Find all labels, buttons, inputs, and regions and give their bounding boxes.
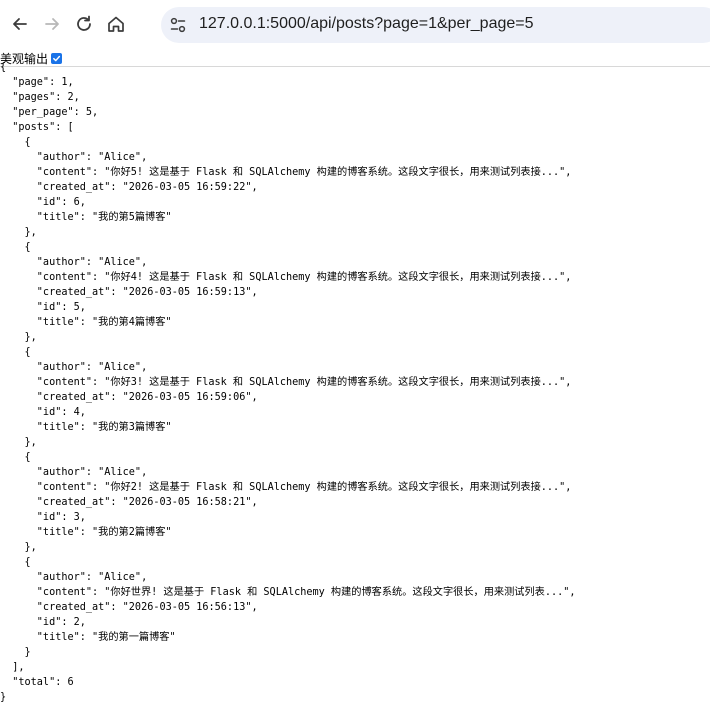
json-line: "author": "Alice", xyxy=(0,572,148,583)
json-line: "created_at": "2026-03-05 16:56:13", xyxy=(0,602,258,613)
json-line: }, xyxy=(0,227,37,238)
json-line: "id": 5, xyxy=(0,302,86,313)
json-line: "author": "Alice", xyxy=(0,152,148,163)
json-line: { xyxy=(0,557,31,568)
back-arrow-icon xyxy=(13,18,27,30)
json-line: "pages": 2, xyxy=(0,92,80,103)
json-line: "total": 6 xyxy=(0,677,74,688)
json-line: { xyxy=(0,137,31,148)
back-button[interactable] xyxy=(5,9,35,39)
json-line: "id": 4, xyxy=(0,407,86,418)
json-line: "id": 6, xyxy=(0,197,86,208)
json-line: "title": "我的第2篇博客" xyxy=(0,527,172,538)
json-line: { xyxy=(0,452,31,463)
json-line: "created_at": "2026-03-05 16:59:06", xyxy=(0,392,258,403)
json-line: "content": "你好4! 这是基于 Flask 和 SQLAlchemy… xyxy=(0,272,572,283)
site-info-icon[interactable] xyxy=(169,16,187,34)
json-line: } xyxy=(0,647,31,658)
forward-arrow-icon xyxy=(45,18,59,30)
json-line: }, xyxy=(0,332,37,343)
json-line: "created_at": "2026-03-05 16:59:22", xyxy=(0,182,258,193)
json-line: "title": "我的第5篇博客" xyxy=(0,212,172,223)
browser-toolbar: 127.0.0.1:5000/api/posts?page=1&per_page… xyxy=(0,0,710,50)
address-bar[interactable]: 127.0.0.1:5000/api/posts?page=1&per_page… xyxy=(161,7,710,43)
json-line: "created_at": "2026-03-05 16:59:13", xyxy=(0,287,258,298)
json-line: }, xyxy=(0,542,37,553)
json-line: "author": "Alice", xyxy=(0,467,148,478)
json-line: "id": 3, xyxy=(0,512,86,523)
json-line: }, xyxy=(0,437,37,448)
json-line: "title": "我的第4篇博客" xyxy=(0,317,172,328)
json-output: { "page": 1, "pages": 2, "per_page": 5, … xyxy=(0,60,576,705)
json-line: "page": 1, xyxy=(0,77,74,88)
json-line: "id": 2, xyxy=(0,617,86,628)
json-line: "created_at": "2026-03-05 16:58:21", xyxy=(0,497,258,508)
reload-button[interactable] xyxy=(69,9,99,39)
json-line: "title": "我的第3篇博客" xyxy=(0,422,172,433)
json-line: "content": "你好3! 这是基于 Flask 和 SQLAlchemy… xyxy=(0,377,572,388)
home-button[interactable] xyxy=(101,9,131,39)
json-line: "author": "Alice", xyxy=(0,257,148,268)
json-line: { xyxy=(0,62,7,73)
json-line: "posts": [ xyxy=(0,122,74,133)
json-line: ], xyxy=(0,662,25,673)
json-line: "per_page": 5, xyxy=(0,107,99,118)
url-text[interactable]: 127.0.0.1:5000/api/posts?page=1&per_page… xyxy=(199,15,534,33)
json-line: "title": "我的第一篇博客" xyxy=(0,632,176,643)
json-line: "content": "你好5! 这是基于 Flask 和 SQLAlchemy… xyxy=(0,167,572,178)
json-line: "content": "你好世界! 这是基于 Flask 和 SQLAlchem… xyxy=(0,587,576,598)
reload-icon xyxy=(77,15,91,31)
json-line: "author": "Alice", xyxy=(0,362,148,373)
json-line: "content": "你好2! 这是基于 Flask 和 SQLAlchemy… xyxy=(0,482,572,493)
json-line: } xyxy=(0,692,7,703)
json-line: { xyxy=(0,242,31,253)
json-line: { xyxy=(0,347,31,358)
home-icon xyxy=(108,16,124,32)
forward-button[interactable] xyxy=(37,9,67,39)
